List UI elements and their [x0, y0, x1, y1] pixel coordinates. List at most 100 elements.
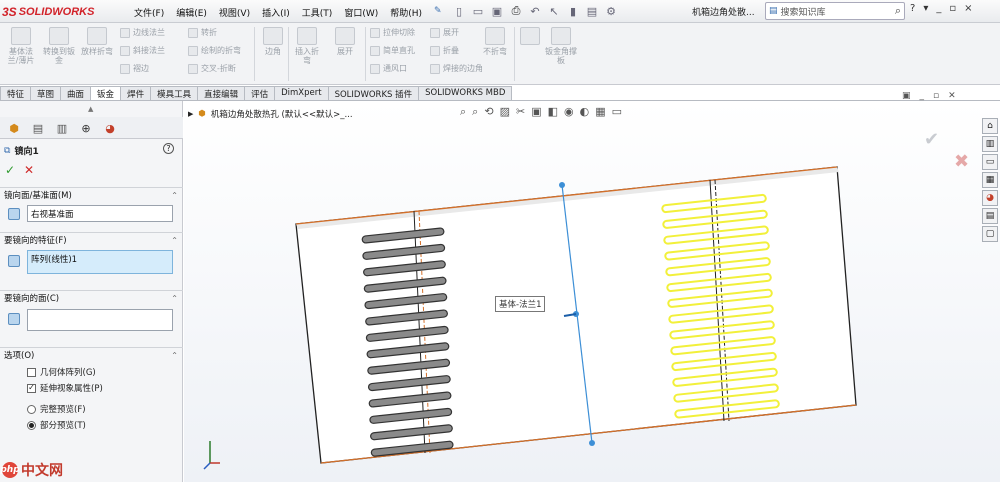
ok-check-icon[interactable]: ✓ [5, 163, 15, 177]
solidworks-logo[interactable]: 3S SOLIDWORKS [2, 2, 94, 21]
viewport-restore-icon[interactable]: ▫ [933, 91, 939, 101]
view-settings-icon[interactable]: ▭ [612, 105, 622, 119]
new-file-icon[interactable]: ▯ [452, 3, 466, 19]
home-icon[interactable]: ⌂ [982, 118, 998, 134]
propagate-visual-checkbox[interactable]: ✓ [27, 383, 36, 393]
help-dropdown-icon[interactable]: ▾ [923, 3, 928, 14]
unfold-small-button[interactable]: 展开 [430, 27, 459, 38]
tab-addins[interactable]: SOLIDWORKS 插件 [327, 86, 420, 101]
tab-sketch[interactable]: 草图 [30, 86, 62, 101]
features-header[interactable]: 要镜向的特征(F) ⌃ [0, 232, 183, 247]
menu-edit[interactable]: 编辑(E) [170, 4, 213, 21]
menu-view[interactable]: 视图(V) [213, 4, 256, 21]
flatten-button[interactable]: 焊接的边角 [430, 63, 483, 74]
view-orientation-icon[interactable]: ▣ [531, 105, 541, 119]
plane-handle-bottom[interactable] [589, 440, 595, 446]
convert-to-sheetmetal-button[interactable]: 转换到钣金 [42, 27, 76, 65]
section-view-icon[interactable]: ▨ [500, 105, 510, 119]
no-bends-button[interactable]: 不折弯 [480, 27, 510, 56]
menu-window[interactable]: 窗口(W) [338, 4, 384, 21]
file-properties-icon[interactable]: ▤ [585, 3, 599, 19]
tab-direct-editing[interactable]: 直接编辑 [197, 86, 246, 101]
pm-help-icon[interactable]: ? [163, 143, 174, 154]
options-header[interactable]: 选项(O) ⌃ [0, 347, 183, 362]
save-icon[interactable]: ▣ [490, 3, 504, 19]
full-preview-option[interactable]: 完整预览(F) [27, 403, 86, 415]
partial-preview-radio[interactable] [27, 420, 36, 430]
vent-button[interactable]: 通风口 [370, 63, 407, 74]
tab-evaluate[interactable]: 评估 [244, 86, 276, 101]
simple-hole-button[interactable]: 简单直孔 [370, 45, 415, 56]
display-manager-tab-icon[interactable]: ◕ [100, 120, 120, 136]
file-explorer-icon[interactable]: ▭ [982, 154, 998, 170]
viewport-close-icon[interactable]: ✕ [948, 91, 956, 101]
part-tree-label[interactable]: 机箱边角处散热孔 (默认<<默认>_... [211, 108, 353, 120]
confirm-corner-cancel-icon[interactable]: ✖ [954, 151, 969, 172]
confirm-corner-ok-icon[interactable]: ✔ [924, 129, 939, 150]
faces-header[interactable]: 要镜向的面(C) ⌃ [0, 290, 183, 305]
tab-surfaces[interactable]: 曲面 [60, 86, 92, 101]
flyout-expand-icon[interactable]: ▶ [188, 110, 193, 118]
panel-collapse-arrow-icon[interactable]: ▲ [88, 105, 93, 113]
mirror-face-field[interactable]: 右视基准面 [27, 205, 173, 222]
fold-button[interactable]: 折叠 [430, 45, 459, 56]
edit-appearance-icon[interactable]: ◐ [580, 105, 590, 119]
zoom-to-area-icon[interactable]: ⌕ [472, 105, 478, 119]
select-icon[interactable]: ↖ [547, 3, 561, 19]
dimxpert-manager-tab-icon[interactable]: ⊕ [76, 120, 96, 136]
extruded-cut-button[interactable]: 拉伸切除 [370, 27, 415, 38]
edge-flange-button[interactable]: 边线法兰 [120, 27, 165, 38]
zoom-to-fit-icon[interactable]: ⌕ [460, 105, 466, 119]
rip-button[interactable] [520, 27, 540, 47]
tab-features[interactable]: 特征 [0, 86, 32, 101]
search-input[interactable]: ▤ 搜索知识库 ⌕ [765, 2, 905, 20]
custom-properties-icon[interactable]: ▤ [982, 208, 998, 224]
viewport-tile-icon[interactable]: ▣ [902, 91, 911, 101]
tab-dimxpert[interactable]: DimXpert [274, 86, 329, 101]
base-flange-button[interactable]: 基体法兰/薄片 [4, 27, 38, 65]
restore-button[interactable]: ▫ [949, 3, 956, 14]
print-icon[interactable]: ⎙ [509, 3, 523, 19]
minimize-button[interactable]: _ [936, 3, 941, 14]
collapse-caret-icon[interactable]: ⌃ [171, 351, 178, 360]
insert-bends-button[interactable]: 插入折弯 [292, 27, 322, 65]
geometry-pattern-option[interactable]: 几何体阵列(G) [27, 366, 96, 378]
collapse-caret-icon[interactable]: ⌃ [171, 191, 178, 200]
cancel-x-icon[interactable]: ✕ [24, 163, 34, 177]
design-library-icon[interactable]: ▥ [982, 136, 998, 152]
cross-break-button[interactable]: 交叉-折断 [188, 63, 236, 74]
full-preview-radio[interactable] [27, 404, 36, 414]
rebuild-icon[interactable]: ▮ [566, 3, 580, 19]
options-gear-icon[interactable]: ⚙ [604, 3, 618, 19]
feature-manager-tab-icon[interactable]: ⬢ [4, 120, 24, 136]
appearances-icon[interactable]: ◕ [982, 190, 998, 206]
viewport-minimize-icon[interactable]: _ [920, 91, 925, 101]
mirror-face-header[interactable]: 镜向面/基准面(M) ⌃ [0, 187, 183, 202]
pin-icon[interactable]: ✎ [428, 4, 448, 21]
features-field[interactable]: 阵列(线性)1 [27, 250, 173, 274]
tab-mbd[interactable]: SOLIDWORKS MBD [418, 86, 513, 101]
jog-button[interactable]: 转折 [188, 27, 217, 38]
sketched-bend-button[interactable]: 绘制的折弯 [188, 45, 241, 56]
collapse-caret-icon[interactable]: ⌃ [171, 294, 178, 303]
collapse-caret-icon[interactable]: ⌃ [171, 236, 178, 245]
menu-file[interactable]: 文件(F) [128, 4, 170, 21]
tab-mold-tools[interactable]: 模具工具 [150, 86, 199, 101]
sheetmetal-gusset-button[interactable]: 钣金角撑板 [544, 27, 578, 65]
display-style-icon[interactable]: ◧ [548, 105, 558, 119]
tab-sheet-metal[interactable]: 钣金 [90, 86, 122, 101]
help-icon[interactable]: ? [910, 3, 915, 14]
menu-help[interactable]: 帮助(H) [384, 4, 428, 21]
search-icon[interactable]: ⌕ [895, 4, 901, 18]
menu-insert[interactable]: 插入(I) [256, 4, 296, 21]
view-palette-icon[interactable]: ▦ [982, 172, 998, 188]
corners-button[interactable]: 边角 [260, 27, 286, 56]
tab-weldments[interactable]: 焊件 [120, 86, 152, 101]
dynamic-annotation-icon[interactable]: ✂ [516, 105, 525, 119]
property-manager-tab-icon[interactable]: ▤ [28, 120, 48, 136]
partial-preview-option[interactable]: 部分预览(T) [27, 419, 86, 431]
hide-show-icon[interactable]: ◉ [564, 105, 574, 119]
propagate-visual-option[interactable]: ✓ 延伸视象属性(P) [27, 382, 103, 394]
open-file-icon[interactable]: ▭ [471, 3, 485, 19]
graphics-area[interactable]: ✔ ✖ [184, 101, 1000, 482]
